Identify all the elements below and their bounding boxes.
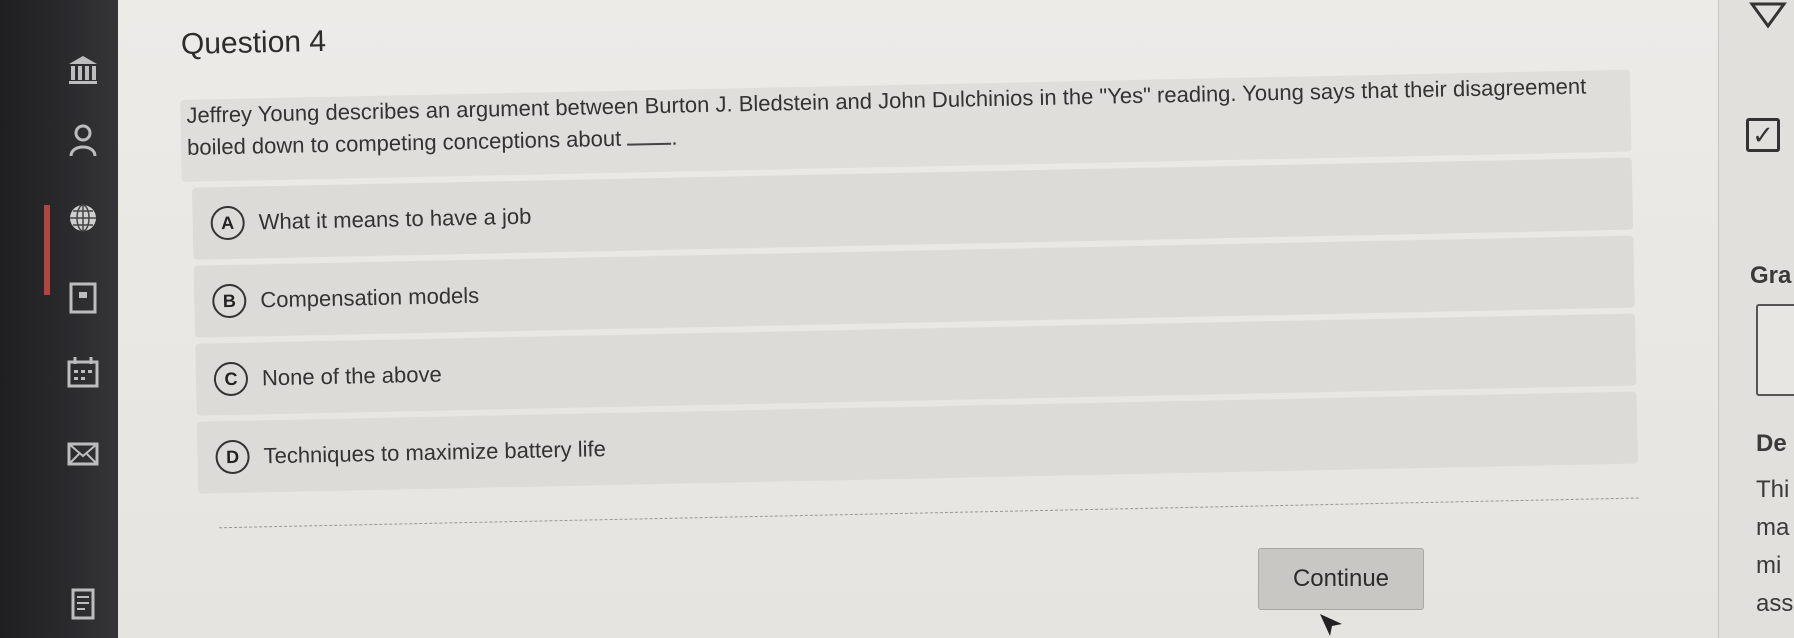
user-icon[interactable]: [60, 120, 106, 160]
option-label: None of the above: [261, 361, 442, 391]
side-text-line: ma: [1756, 514, 1790, 541]
book-icon[interactable]: [60, 278, 106, 318]
question-stem-text: Jeffrey Young describes an argument betw…: [186, 73, 1587, 160]
side-text-line: Thi: [1756, 476, 1790, 503]
option-letter: A: [210, 205, 246, 241]
notes-icon[interactable]: [60, 584, 106, 624]
active-indicator: [44, 205, 50, 295]
warning-icon[interactable]: [1748, 0, 1788, 30]
question-panel: Question 4 Jeffrey Young describes an ar…: [118, 0, 1718, 638]
checkbox-icon[interactable]: ✓: [1746, 118, 1780, 152]
document-icon[interactable]: [1756, 304, 1794, 396]
option-label: Compensation models: [260, 282, 480, 313]
side-text-line: ass: [1756, 590, 1794, 617]
answer-blank: [627, 124, 672, 146]
bank-icon[interactable]: [60, 50, 106, 90]
question-stem-end: .: [671, 124, 678, 150]
side-text-line: mi: [1756, 552, 1782, 579]
option-letter: D: [215, 439, 250, 475]
question-content: Question 4 Jeffrey Young describes an ar…: [178, 0, 1771, 638]
side-heading-description: De: [1756, 430, 1787, 457]
calendar-icon[interactable]: [60, 352, 106, 392]
question-title: Question 4: [180, 24, 327, 61]
option-letter: C: [213, 361, 249, 397]
side-heading-grade: Gra: [1750, 262, 1792, 289]
option-label: What it means to have a job: [258, 203, 532, 235]
cursor-icon: [1320, 614, 1342, 636]
option-letter: B: [211, 283, 247, 319]
continue-button[interactable]: Continue: [1258, 548, 1424, 610]
mail-icon[interactable]: [60, 434, 106, 474]
divider: [219, 497, 1639, 529]
option-label: Techniques to maximize battery life: [263, 436, 607, 469]
nav-rail: [0, 0, 118, 638]
globe-icon[interactable]: [60, 198, 106, 238]
